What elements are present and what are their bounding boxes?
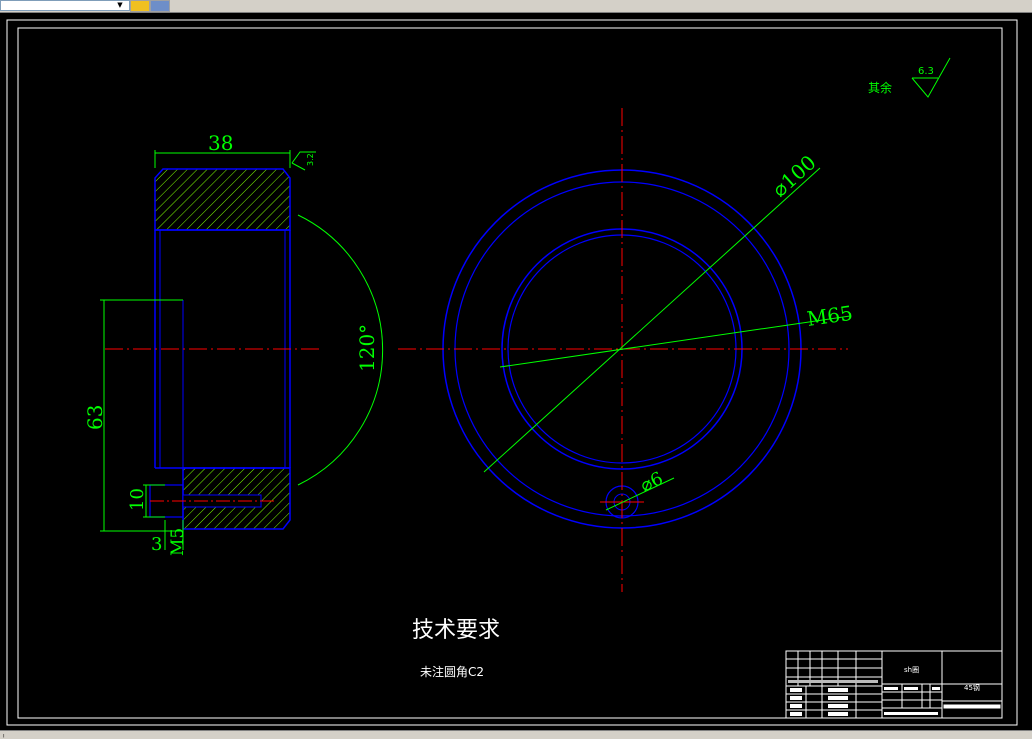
surface-roughness-note: 其余 6.3 [868, 57, 951, 98]
front-view: ⌀100 M65 ⌀6 [398, 108, 854, 592]
outer-frame [6, 19, 1018, 726]
hole-diameter-dimension: ⌀6 [605, 468, 675, 511]
tech-requirements-note: 未注圆角C2 [420, 664, 484, 679]
svg-text:120°: 120° [355, 324, 379, 372]
svg-text:M5: M5 [168, 528, 188, 556]
layer-tool-button[interactable] [130, 0, 150, 12]
layer-state-button[interactable] [150, 0, 170, 12]
svg-text:63: 63 [83, 405, 107, 430]
side-view: 38 3.2 63 10 3 M5 120° [83, 131, 384, 556]
angle-dimension: 120° [297, 214, 384, 486]
roughness-value: 6.3 [918, 66, 934, 77]
cad-drawing-canvas[interactable]: 其余 6.3 38 3.2 63 10 3 M5 120° ⌀100 M65 ⌀… [0, 12, 1032, 730]
outer-diameter-dimension: ⌀100 [483, 150, 821, 473]
title-block-material: 45钢 [964, 683, 980, 692]
svg-text:38: 38 [208, 131, 233, 155]
layer-dropdown[interactable] [0, 0, 130, 11]
width-dimension: 38 [154, 131, 291, 168]
side-roughness-symbol-icon: 3.2 [291, 151, 316, 171]
tech-requirements-title: 技术要求 [412, 618, 500, 643]
roughness-label: 其余 [868, 80, 892, 95]
svg-text:M65: M65 [805, 301, 854, 331]
svg-text:⌀6: ⌀6 [637, 468, 666, 496]
chevron-down-icon[interactable]: ▼ [114, 0, 126, 10]
top-hatch-section [154, 168, 291, 231]
svg-text:3.2: 3.2 [306, 153, 315, 166]
svg-text:3: 3 [151, 534, 162, 555]
svg-text:⌀100: ⌀100 [767, 150, 820, 201]
title-block-part-name: sh圈 [904, 666, 919, 674]
svg-text:10: 10 [127, 488, 148, 511]
